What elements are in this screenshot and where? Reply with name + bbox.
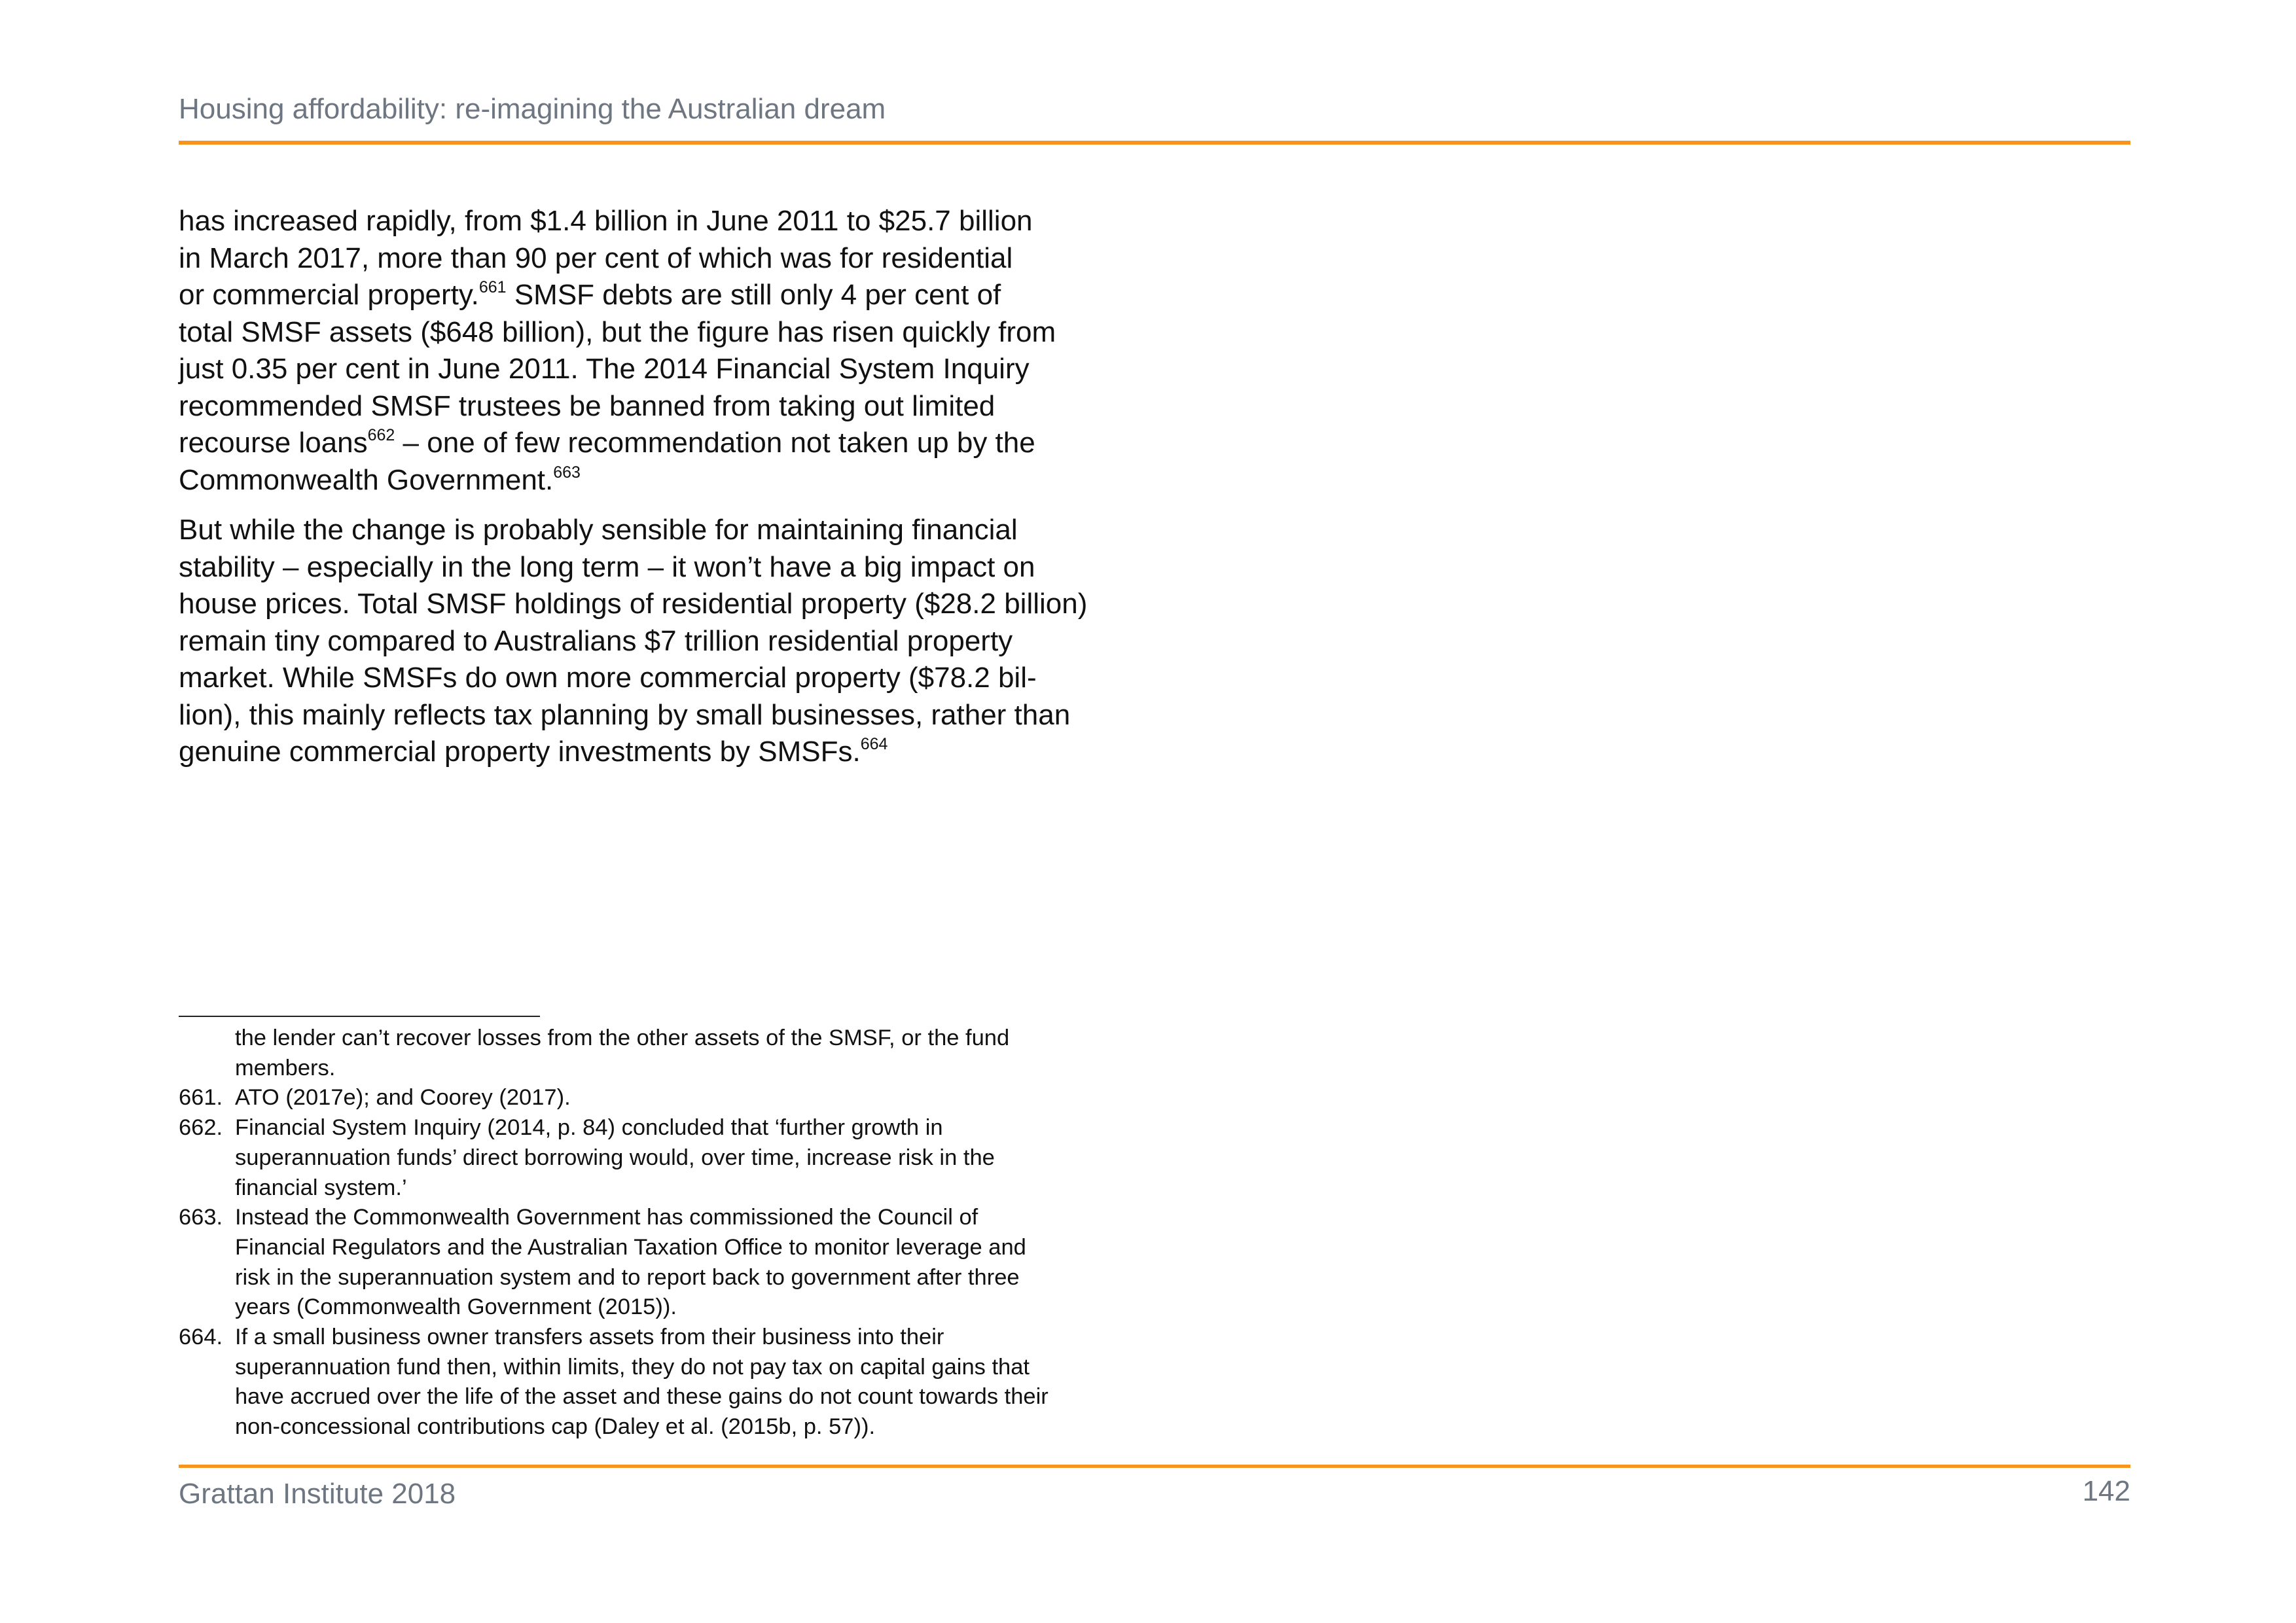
- body-line-text: – one of few recommendation not taken up…: [395, 427, 1035, 459]
- footnote-662: 662. Financial System Inquiry (2014, p. …: [179, 1113, 1160, 1203]
- footnote-number: 661.: [179, 1085, 223, 1111]
- footnote-line: Financial System Inquiry (2014, p. 84) c…: [235, 1115, 943, 1141]
- running-header-title: Housing affordability: re-imagining the …: [179, 93, 886, 125]
- page-number: 142: [2082, 1475, 2130, 1507]
- body-line-text: Commonwealth Government.: [179, 463, 554, 496]
- footnote-line: members.: [235, 1055, 336, 1080]
- body-line: market. While SMSFs do own more commerci…: [179, 662, 1037, 694]
- footnote-line: ATO (2017e); and Coorey (2017).: [235, 1085, 571, 1111]
- body-line-text: genuine commercial property investments …: [179, 736, 861, 768]
- body-line: stability – especially in the long term …: [179, 550, 1035, 583]
- body-line: recommended SMSF trustees be banned from…: [179, 389, 996, 422]
- body-line: just 0.35 per cent in June 2011. The 201…: [179, 353, 1030, 385]
- footnote-661: 661. ATO (2017e); and Coorey (2017).: [179, 1083, 1160, 1113]
- footnote-ref-664[interactable]: 664: [861, 735, 888, 753]
- main-body: has increased rapidly, from $1.4 billion…: [179, 203, 1095, 784]
- footnote-line: Instead the Commonwealth Government has …: [235, 1205, 978, 1230]
- body-line-text: or commercial property.: [179, 279, 479, 311]
- body-line: remain tiny compared to Australians $7 t…: [179, 624, 1013, 657]
- footnote-number: 664.: [179, 1325, 223, 1350]
- body-line-text: SMSF debts are still only 4 per cent of: [506, 279, 1001, 311]
- body-line: genuine commercial property investments …: [179, 734, 1095, 771]
- footnote-line: Financial Regulators and the Australian …: [235, 1234, 1026, 1260]
- body-line: recourse loans662 – one of few recommend…: [179, 425, 1095, 462]
- footnote-line: superannuation fund then, within limits,…: [235, 1354, 1030, 1380]
- body-line: total SMSF assets ($648 billion), but th…: [179, 315, 1056, 348]
- footnote-line: risk in the superannuation system and to…: [235, 1264, 1020, 1290]
- footnote-line: years (Commonwealth Government (2015)).: [235, 1294, 677, 1320]
- body-paragraph-2: But while the change is probably sensibl…: [179, 512, 1095, 771]
- body-line-text: recourse loans: [179, 427, 368, 459]
- footer-publisher: Grattan Institute 2018: [179, 1478, 456, 1510]
- body-line: has increased rapidly, from $1.4 billion…: [179, 205, 1033, 237]
- footnote-664: 664. If a small business owner transfers…: [179, 1323, 1160, 1442]
- footnote-line: financial system.’: [235, 1175, 407, 1200]
- footnotes: the lender can’t recover losses from the…: [179, 1024, 1160, 1442]
- footnote-continued: the lender can’t recover losses from the…: [179, 1024, 1160, 1083]
- footnote-line: the lender can’t recover losses from the…: [235, 1026, 1010, 1050]
- body-paragraph-1: has increased rapidly, from $1.4 billion…: [179, 203, 1095, 499]
- footnote-ref-662[interactable]: 662: [368, 426, 395, 444]
- footnote-line: If a small business owner transfers asse…: [235, 1325, 944, 1350]
- footnote-number: 662.: [179, 1115, 223, 1141]
- body-line: Commonwealth Government.663: [179, 462, 1095, 499]
- footnote-number: 663.: [179, 1205, 223, 1230]
- body-line: lion), this mainly reflects tax planning…: [179, 698, 1071, 731]
- body-line: in March 2017, more than 90 per cent of …: [179, 241, 1013, 274]
- footer-divider: [179, 1465, 2130, 1468]
- header-divider: [179, 141, 2130, 145]
- body-line: or commercial property.661 SMSF debts ar…: [179, 277, 1095, 314]
- footnote-line: have accrued over the life of the asset …: [235, 1384, 1049, 1410]
- body-line: But while the change is probably sensibl…: [179, 514, 1018, 546]
- footnote-663: 663. Instead the Commonwealth Government…: [179, 1203, 1160, 1323]
- footnote-ref-661[interactable]: 661: [479, 278, 507, 296]
- footnote-separator: [179, 1016, 540, 1017]
- body-line: house prices. Total SMSF holdings of res…: [179, 588, 1088, 620]
- footnote-ref-663[interactable]: 663: [553, 463, 581, 482]
- footnote-line: non-concessional contributions cap (Dale…: [235, 1414, 876, 1440]
- footnote-line: superannuation funds’ direct borrowing w…: [235, 1145, 995, 1170]
